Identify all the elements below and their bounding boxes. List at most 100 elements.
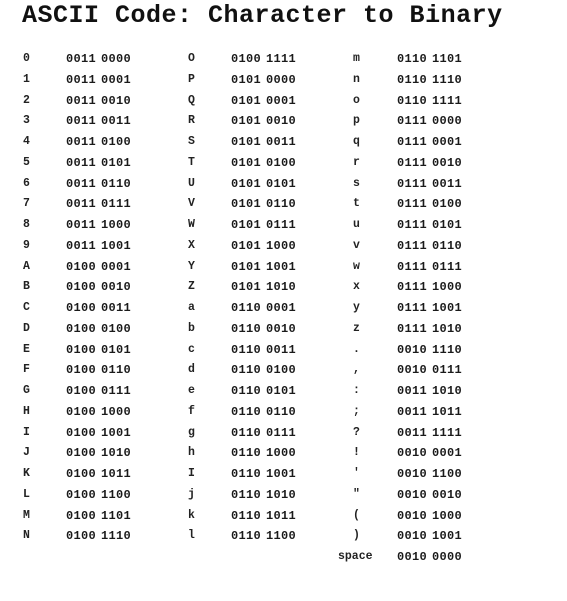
character-label: d — [188, 363, 195, 377]
binary-low-nibble: 0001 — [101, 72, 132, 87]
character-label: ? — [353, 425, 360, 439]
binary-high-nibble: 0111 — [397, 259, 428, 274]
binary-value: 0101 0100 — [231, 153, 296, 174]
binary-value: 0101 0101 — [231, 174, 296, 195]
character-label: 1 — [23, 72, 30, 86]
binary-low-nibble: 0101 — [266, 176, 297, 191]
binary-value: 0101 1010 — [231, 277, 296, 298]
binary-low-nibble: 0001 — [432, 135, 463, 149]
binary-low-nibble: 0100 — [432, 197, 463, 212]
binary-value: 0110 1011 — [231, 506, 296, 527]
binary-value: 0010 1001 — [397, 526, 462, 547]
binary-high-nibble: 0010 — [397, 446, 428, 461]
binary-high-nibble: 0101 — [231, 280, 262, 295]
binary-high-nibble: 0101 — [231, 238, 262, 253]
binary-high-nibble: 0110 — [231, 342, 262, 357]
character-label: Z — [188, 280, 195, 294]
binary-high-nibble: 0100 — [231, 52, 262, 66]
character-label: G — [23, 384, 30, 397]
character-label: S — [188, 135, 195, 148]
binary-low-nibble: 0011 — [432, 176, 463, 191]
binary-high-nibble: 0100 — [66, 467, 97, 481]
binary-low-nibble: 0001 — [266, 301, 297, 315]
binary-low-nibble: 0011 — [266, 342, 297, 357]
binary-value: 0110 0100 — [231, 360, 296, 381]
binary-low-nibble: 1000 — [432, 508, 463, 523]
binary-low-nibble: 0101 — [101, 155, 132, 170]
binary-value: 0111 1000 — [397, 277, 462, 298]
binary-value: 0110 1111 — [397, 91, 462, 112]
binary-low-nibble: 0101 — [101, 342, 132, 357]
character-label: T — [188, 155, 195, 169]
binary-low-nibble: 1001 — [101, 425, 132, 440]
character-label: w — [353, 259, 360, 273]
binary-value: 0100 1011 — [66, 464, 131, 485]
character-label: p — [353, 114, 360, 128]
binary-low-nibble: 0110 — [101, 363, 132, 378]
binary-high-nibble: 0101 — [231, 93, 262, 108]
binary-value: 0011 0010 — [66, 91, 131, 112]
character-label: D — [23, 321, 30, 335]
binary-value: 0011 0011 — [66, 111, 131, 132]
character-label: ' — [353, 467, 360, 480]
binary-low-nibble: 1011 — [101, 467, 132, 481]
character-label: t — [353, 197, 360, 211]
binary-value: 0011 1011 — [397, 402, 462, 423]
binary-low-nibble: 0101 — [432, 218, 463, 232]
binary-value: 0111 1001 — [397, 298, 462, 319]
character-label: 0 — [23, 52, 30, 65]
binary-high-nibble: 0101 — [231, 72, 262, 87]
binary-high-nibble: 0011 — [66, 52, 97, 66]
character-label: U — [188, 176, 195, 190]
binary-high-nibble: 0011 — [66, 93, 97, 108]
character-label: s — [353, 176, 360, 190]
binary-high-nibble: 0111 — [397, 176, 428, 191]
character-label: ; — [353, 404, 360, 418]
binary-high-nibble: 0011 — [66, 114, 97, 129]
binary-value: 0011 0110 — [66, 174, 131, 195]
character-label: , — [353, 363, 360, 377]
binary-value: 0111 0011 — [397, 174, 462, 195]
binary-low-nibble: 0111 — [266, 425, 297, 440]
binary-high-nibble: 0010 — [397, 550, 428, 564]
binary-high-nibble: 0111 — [397, 321, 428, 336]
binary-value: 0011 1010 — [397, 381, 462, 402]
binary-high-nibble: 0101 — [231, 197, 262, 212]
binary-high-nibble: 0010 — [397, 529, 428, 544]
binary-low-nibble: 0000 — [101, 52, 132, 66]
binary-low-nibble: 1111 — [266, 52, 297, 66]
binary-low-nibble: 1001 — [432, 301, 463, 315]
character-label: 3 — [23, 114, 30, 128]
binary-low-nibble: 0100 — [101, 321, 132, 336]
binary-value: 0101 1000 — [231, 236, 296, 257]
binary-high-nibble: 0110 — [231, 384, 262, 398]
binary-value: 0110 1010 — [231, 485, 296, 506]
binary-high-nibble: 0101 — [231, 135, 262, 149]
character-label: e — [188, 384, 195, 397]
character-label: b — [188, 321, 195, 335]
binary-value: 0100 1010 — [66, 443, 131, 464]
character-label: z — [353, 321, 360, 335]
binary-low-nibble: 1101 — [432, 52, 463, 66]
character-label: X — [188, 238, 195, 252]
binary-high-nibble: 0111 — [397, 197, 428, 212]
binary-value: 0100 1001 — [66, 423, 131, 444]
binary-low-nibble: 1010 — [432, 321, 463, 336]
binary-low-nibble: 0001 — [432, 446, 463, 461]
character-label: . — [353, 342, 360, 356]
character-label: ) — [353, 529, 360, 543]
character-label: g — [188, 425, 195, 439]
binary-high-nibble: 0110 — [397, 72, 428, 87]
character-label: W — [188, 218, 195, 231]
binary-high-nibble: 0111 — [397, 155, 428, 170]
binary-value: 0011 0001 — [66, 70, 131, 91]
binary-high-nibble: 0101 — [231, 155, 262, 170]
binary-value: 0100 1100 — [66, 485, 131, 506]
binary-low-nibble: 0011 — [266, 135, 297, 149]
binary-value: 0011 1111 — [397, 423, 462, 444]
binary-value: 0111 0001 — [397, 132, 462, 153]
character-label: ( — [353, 508, 360, 522]
binary-value: 0110 0010 — [231, 319, 296, 340]
character-label: n — [353, 72, 360, 86]
binary-high-nibble: 0100 — [66, 342, 97, 357]
